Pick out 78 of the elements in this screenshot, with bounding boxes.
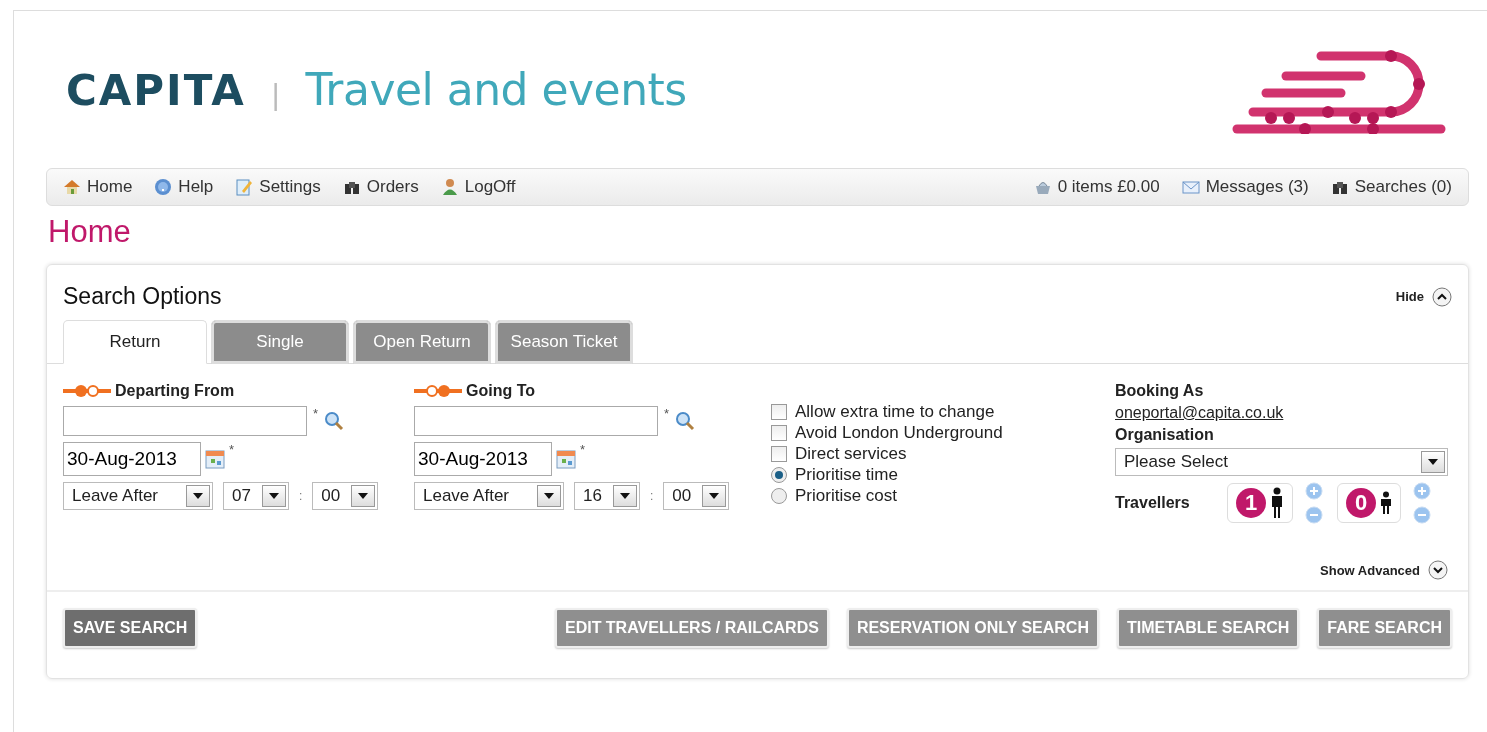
calendar-icon[interactable] [205,449,225,469]
nav-link[interactable]: Help [154,177,214,197]
traveller-count: 0 [1346,488,1376,518]
checkbox[interactable] [771,404,787,420]
option-checkbox[interactable]: Avoid London Underground [771,423,1115,443]
required-mark: * [580,442,586,457]
caret-icon [709,493,720,499]
nav-link[interactable]: Settings [235,177,321,197]
caret-icon [358,493,369,499]
calendar-icon[interactable] [556,449,576,469]
email-link[interactable]: oneportal@capita.co.uk [1115,404,1448,422]
minute-select[interactable]: 00 [312,482,379,510]
search-icon[interactable] [324,411,345,431]
nav-link[interactable]: 0 items £0.00 [1033,177,1160,197]
search-icon[interactable] [675,411,696,431]
caret-icon [620,493,630,499]
minus-icon[interactable] [1413,506,1431,524]
route-icon [63,384,111,398]
minute-select[interactable]: 00 [663,482,730,510]
envelope-icon [1181,178,1200,196]
organisation-select[interactable]: Please Select [1115,448,1448,476]
traveller-count: 1 [1236,488,1266,518]
user-icon [440,178,459,196]
show-advanced-link[interactable]: Show Advanced [1320,560,1448,580]
expand-icon[interactable] [1428,560,1448,580]
date-field[interactable]: 30-Aug-2013 [63,442,201,476]
time-mode-select[interactable]: Leave After [63,482,213,510]
checkbox[interactable] [771,446,787,462]
time-separator: : [650,489,654,503]
field-label: Going To [466,382,535,400]
collapse-icon[interactable] [1432,286,1452,307]
nav-link[interactable]: Searches (0) [1330,177,1452,197]
option-checkbox[interactable]: Direct services [771,444,1115,464]
required-mark: * [229,442,235,457]
field-label: Departing From [115,382,235,400]
date-field[interactable]: 30-Aug-2013 [414,442,552,476]
help-icon [154,178,173,196]
hide-toggle[interactable]: Hide [1395,286,1452,307]
time-mode-select[interactable]: Leave After [414,482,564,510]
minus-icon[interactable] [1305,506,1323,524]
caret-icon [193,493,203,499]
product-name: Travel and events [305,64,687,115]
radio-button[interactable] [771,488,787,504]
caret-icon [544,493,554,499]
checkbox[interactable] [771,425,787,441]
plus-icon[interactable] [1413,482,1431,500]
brand-separator: | [271,78,280,112]
brand-name: CAPITA [66,66,246,115]
nav-link[interactable]: Home [63,177,133,197]
page-title: Home [48,214,132,250]
notepad-icon [235,178,254,196]
hour-select[interactable]: 07 [223,482,289,510]
time-separator: : [299,489,303,503]
option-radio[interactable]: Prioritise time [771,465,1115,485]
nav-link[interactable]: LogOff [440,177,516,197]
station-field[interactable] [414,406,658,436]
organisation-label: Organisation [1115,426,1215,444]
required-mark: * [313,406,319,421]
hour-select[interactable]: 16 [574,482,640,510]
option-checkbox[interactable]: Allow extra time to change [771,402,1115,422]
required-mark: * [664,406,670,421]
caret-icon [1428,459,1438,465]
radio-button[interactable] [771,467,787,483]
nav-link[interactable]: Messages (3) [1181,177,1309,197]
option-radio[interactable]: Prioritise cost [771,486,1115,506]
booking-label: Booking As [1115,382,1205,400]
adult-icon [1270,487,1284,519]
child-icon [1380,491,1392,515]
caret-icon [269,493,279,499]
station-field[interactable] [63,406,307,436]
tab[interactable]: Return [63,320,207,364]
nav-link[interactable]: Orders [342,177,419,197]
house-icon [63,178,81,196]
route-icon [414,384,462,398]
plus-icon[interactable] [1305,482,1323,500]
action-button[interactable]: SAVE SEARCH [63,608,198,648]
panel-title: Search Options [63,283,222,310]
travellers-label: Travellers [1115,494,1191,512]
